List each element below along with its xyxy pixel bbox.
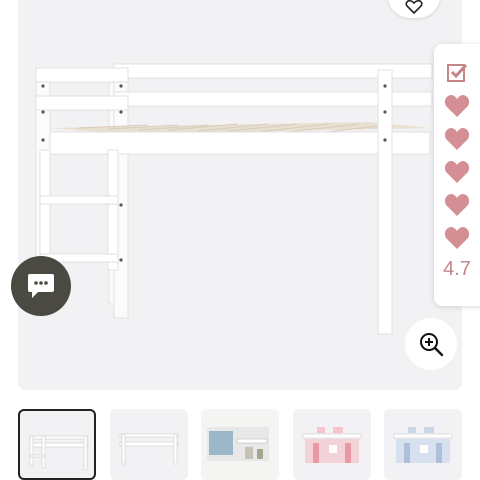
thumbnail-white-loft-bed-front[interactable] — [18, 409, 96, 480]
thumbnail-loft-bed-blue-curtain[interactable] — [384, 409, 462, 480]
rating-heart-icon — [444, 128, 470, 150]
chat-bubble-icon — [28, 274, 54, 298]
thumbnail-loft-bed-pink-curtain[interactable] — [293, 409, 371, 480]
thumbnail-image — [302, 427, 362, 463]
thumbnail-image — [201, 409, 279, 480]
heart-icon — [405, 0, 423, 14]
zoom-button[interactable] — [405, 318, 457, 370]
thumbnail-white-loft-bed-side[interactable] — [110, 409, 188, 480]
thumbnail-image — [393, 427, 453, 463]
thumbnail-image — [29, 435, 89, 471]
checkbox-icon — [447, 63, 468, 82]
thumbnail-image — [119, 433, 179, 465]
thumbnail-strip — [18, 409, 468, 480]
rating-widget[interactable]: 4.7 — [434, 44, 480, 306]
zoom-in-icon — [420, 333, 444, 357]
rating-heart-icon — [444, 194, 470, 216]
loft-bed-image — [35, 63, 433, 335]
rating-heart-icon — [444, 95, 470, 117]
rating-heart-icon — [444, 227, 470, 249]
thumbnail-loft-bed-room-scene[interactable] — [201, 409, 279, 480]
product-main-image[interactable] — [18, 0, 462, 390]
rating-value: 4.7 — [443, 258, 471, 280]
chat-button[interactable] — [11, 256, 71, 316]
rating-heart-icon — [444, 161, 470, 183]
